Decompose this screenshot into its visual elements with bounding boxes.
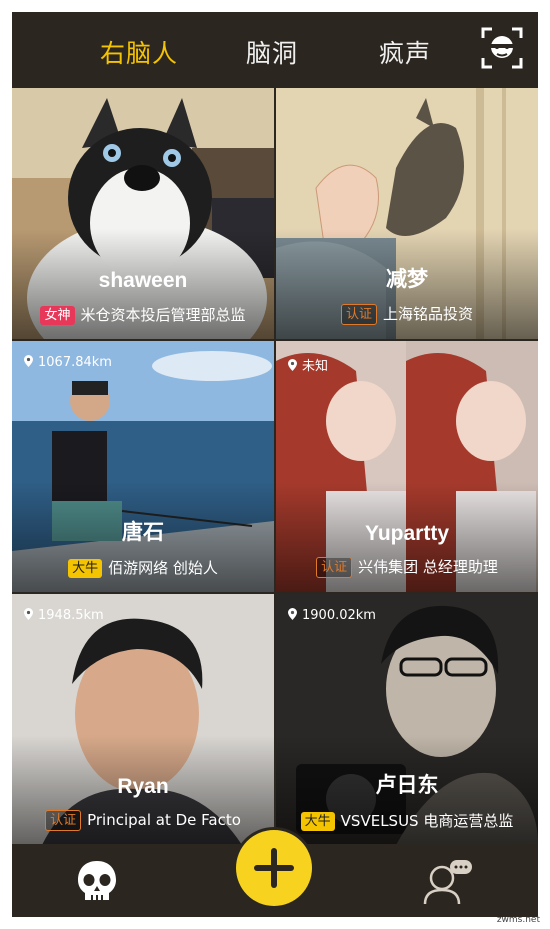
add-button[interactable] (236, 830, 312, 906)
distance-value: 1067.84km (38, 355, 112, 370)
profile-name: 唐石 (122, 521, 164, 544)
profile-card[interactable]: 减梦 认证 上海铭品投资 (276, 88, 538, 339)
location-pin-icon (288, 608, 297, 620)
watermark: zwms.net (496, 915, 540, 925)
profile-title: 佰游网络 创始人 (108, 559, 218, 577)
profile-card[interactable]: 1067.84km 唐石 大牛 佰游网络 创始人 (12, 341, 274, 592)
profile-title: 米仓资本投后管理部总监 (80, 306, 246, 324)
profile-name: Ryan (117, 775, 169, 798)
profile-card[interactable]: 未知 Yupartty 认证 兴伟集团 总经理助理 (276, 341, 538, 592)
phone-screen: 右脑人 脑洞 疯声 shaween 女神 米仓资本投后管理部总监 减梦 认证 上… (12, 12, 538, 917)
distance-label: 1948.5km (24, 608, 104, 623)
profile-card[interactable]: shaween 女神 米仓资本投后管理部总监 (12, 88, 274, 339)
profile-subline: 认证 兴伟集团 总经理助理 (276, 556, 538, 578)
profile-name: 卢日东 (375, 774, 439, 797)
profile-grid: shaween 女神 米仓资本投后管理部总监 减梦 认证 上海铭品投资 1067… (12, 88, 538, 845)
distance-label: 未知 (288, 355, 328, 374)
tab-crazy-voice[interactable]: 疯声 (379, 34, 431, 70)
skull-icon[interactable] (74, 858, 120, 904)
profile-card[interactable]: 1948.5km Ryan 认证 Principal at De Facto (12, 594, 274, 845)
profile-title: VSVELSUS 电商运营总监 (340, 812, 514, 830)
tab-right-brain[interactable]: 右脑人 (100, 34, 178, 70)
distance-label: 1067.84km (24, 355, 112, 370)
distance-value: 1948.5km (38, 608, 104, 623)
profile-title: 上海铭品投资 (383, 305, 474, 323)
distance-label: 1900.02km (288, 608, 376, 623)
location-pin-icon (288, 359, 297, 371)
distance-value: 未知 (302, 359, 329, 374)
bottom-nav (12, 830, 538, 917)
certified-badge: 认证 (316, 557, 353, 578)
profile-subline: 大牛 佰游网络 创始人 (12, 557, 274, 578)
certified-badge: 认证 (45, 810, 82, 831)
profile-title: 兴伟集团 总经理助理 (358, 558, 498, 576)
location-pin-icon (24, 608, 33, 620)
profile-subline: 认证 上海铭品投资 (276, 303, 538, 325)
chat-user-icon[interactable] (422, 856, 474, 906)
distance-value: 1900.02km (302, 608, 376, 623)
location-pin-icon (24, 355, 33, 367)
profile-name: shaween (98, 269, 188, 292)
profile-title: Principal at De Facto (87, 811, 241, 829)
face-scan-icon[interactable] (480, 26, 524, 70)
top-nav: 右脑人 脑洞 疯声 (12, 12, 538, 88)
expert-badge: 大牛 (68, 559, 103, 578)
profile-card[interactable]: 1900.02km 卢日东 大牛 VSVELSUS 电商运营总监 (276, 594, 538, 845)
profile-subline: 大牛 VSVELSUS 电商运营总监 (276, 810, 538, 831)
expert-badge: 大牛 (300, 812, 335, 831)
profile-name: Yupartty (364, 522, 450, 545)
goddess-badge: 女神 (40, 306, 75, 325)
plus-icon (254, 848, 294, 888)
tab-brain-hole[interactable]: 脑洞 (246, 34, 298, 70)
profile-name: 减梦 (386, 268, 428, 291)
certified-badge: 认证 (340, 304, 377, 325)
profile-subline: 认证 Principal at De Facto (12, 810, 274, 831)
profile-subline: 女神 米仓资本投后管理部总监 (12, 304, 274, 325)
